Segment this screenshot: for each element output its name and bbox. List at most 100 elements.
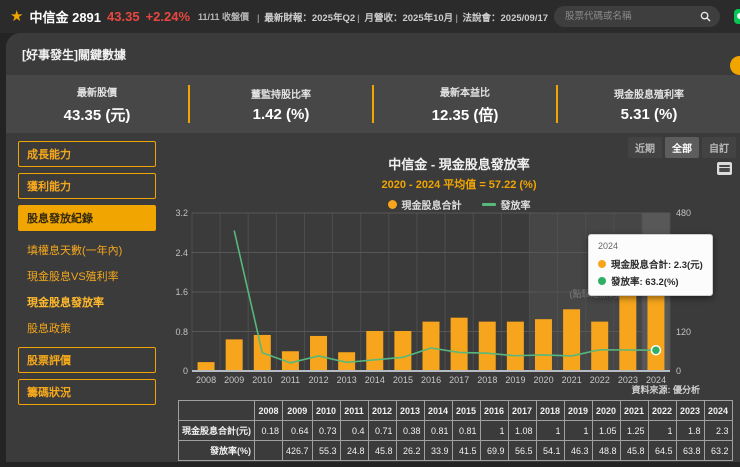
table-cell: 45.8 — [367, 440, 397, 461]
table-year-header: 2020 — [591, 400, 621, 421]
sidebar-item[interactable]: 獲利能力 — [18, 173, 156, 199]
stat-card: 董監持股比率 1.42 (%) — [190, 86, 372, 123]
table-year-header: 2012 — [367, 400, 397, 421]
table-year-header: 2017 — [507, 400, 537, 421]
bar-2009[interactable] — [225, 339, 243, 371]
bar-2014[interactable] — [366, 331, 384, 371]
table-year-header: 2015 — [451, 400, 481, 421]
bar-2020[interactable] — [534, 319, 552, 371]
chart-menu-icon[interactable] — [717, 162, 732, 175]
table-row-label: 現金股息合計(元) — [178, 420, 255, 441]
stock-price: 43.35 — [107, 9, 140, 24]
bar-2012[interactable] — [310, 335, 328, 371]
stock-search-box[interactable] — [554, 6, 721, 27]
data-source: 資料來源: 優分析 — [631, 385, 701, 395]
top-header: ★ 中信金 2891 43.35 +2.24% 11/11 收盤價 最新財報：2… — [0, 0, 740, 33]
tooltip-text: 現金股息合計: 2.3(元) — [611, 260, 703, 271]
table-cell: 63.2 — [703, 440, 733, 461]
table-cell: 46.3 — [563, 440, 593, 461]
table-cell: 0.81 — [451, 420, 481, 441]
x-axis-label: 2019 — [505, 375, 526, 385]
table-cell: 0.71 — [367, 420, 397, 441]
y-axis-left-tick: 1.6 — [175, 287, 188, 297]
sidebar-item[interactable]: 籌碼狀況 — [18, 379, 156, 405]
y-axis-right-tick: 0 — [676, 366, 682, 376]
x-axis-label: 2017 — [449, 375, 470, 385]
range-button[interactable]: 近期 — [628, 137, 662, 158]
bar-2021[interactable] — [563, 309, 581, 371]
table-year-header: 2013 — [395, 400, 425, 421]
sidebar-sub-item[interactable]: 股息政策 — [18, 315, 156, 341]
header-info-item: 法說會：2025/09/17 — [453, 10, 549, 24]
range-button-group: 近期 全部 自訂 — [628, 137, 736, 158]
x-axis-label: 2021 — [561, 375, 582, 385]
table-cell: 0.4 — [339, 420, 369, 441]
y-axis-right-tick: 480 — [676, 208, 692, 218]
table-cell: 1.8 — [675, 420, 705, 441]
x-axis-label: 2012 — [308, 375, 329, 385]
stat-label: 董監持股比率 — [251, 89, 311, 101]
table-cell: 1 — [535, 420, 565, 441]
legend-item[interactable]: 現金股息合計 — [387, 197, 462, 212]
sidebar-sub-list: 填權息天數(一年內) 現金股息VS殖利率 現金股息發放率 股息政策 — [18, 237, 156, 341]
table-cell: 0.38 — [395, 420, 425, 441]
x-axis-label: 2011 — [280, 375, 301, 385]
header-info-item: 最新財報：2025年Q2 — [255, 10, 355, 24]
header-info: 最新財報：2025年Q2月營收：2025年10月法說會：2025/09/17 — [255, 10, 548, 24]
dividend-table: 2008 2009 2010 2011 2012 2013 2014 2015 2016 2017… — [178, 400, 733, 461]
y-axis-left-tick: 2.4 — [175, 247, 188, 258]
legend-label: 現金股息合計 — [401, 201, 462, 212]
bar-2022[interactable] — [591, 321, 609, 371]
table-cell: 1.08 — [507, 420, 537, 441]
content-panel: [好事發生]關鍵數據 最新股價 43.35 (元) 董監持股比率 1.42 (%) 最新… — [6, 33, 740, 462]
table-cell: 54.1 — [535, 440, 565, 461]
bar-2019[interactable] — [506, 321, 524, 371]
y-axis-left-tick: 0 — [182, 366, 188, 376]
table-row: 發放率(%) 426.7 55.3 24.8 45.8 26.2 33.9 41.5 69.9 5… — [178, 440, 733, 461]
chart-region: 近期 全部 自訂 中信金 - 現金股息發放率 2020 - 2024 平均值 = 5… — [175, 135, 740, 397]
bar-2016[interactable] — [422, 321, 440, 371]
x-axis-label: 2018 — [477, 375, 498, 385]
search-icon[interactable] — [700, 11, 711, 22]
tooltip-dot-icon — [598, 260, 606, 268]
stat-card: 現金股息殖利率 5.31 (%) — [558, 86, 740, 123]
floating-action-button[interactable] — [730, 56, 740, 75]
stat-value: 43.35 (元) — [63, 106, 131, 124]
table-cell: 69.9 — [479, 440, 509, 461]
y-axis-left-tick: 3.2 — [175, 208, 188, 218]
bar-2008[interactable] — [197, 362, 215, 371]
sidebar-sub-item[interactable]: 填權息天數(一年內) — [18, 237, 156, 263]
sidebar-item[interactable]: 成長能力 — [18, 141, 156, 167]
bar-2015[interactable] — [394, 331, 412, 371]
tooltip-text: 發放率: 63.2(%) — [611, 277, 679, 288]
search-input[interactable] — [563, 10, 701, 23]
table-year-header: 2023 — [675, 400, 705, 421]
sidebar-item[interactable]: 股票評價 — [18, 347, 156, 373]
table-year-header: 2024 — [703, 400, 733, 421]
x-axis-label: 2010 — [252, 375, 273, 385]
sidebar-nav: 成長能力 獲利能力 股息發放紀錄 填權息天數(一年內) 現金股息VS殖利率 現金股息發放率… — [18, 141, 156, 411]
legend-dot-icon — [387, 200, 397, 209]
hover-marker[interactable] — [650, 344, 662, 356]
sidebar-sub-item[interactable]: 現金股息VS殖利率 — [18, 263, 156, 289]
legend-item[interactable]: 發放率 — [481, 197, 531, 212]
table-cell: 64.5 — [647, 440, 677, 461]
stat-value: 12.35 (倍) — [431, 106, 499, 124]
table-cell — [254, 440, 283, 461]
line-app-icon[interactable] — [734, 9, 740, 24]
x-axis-labels: 2008 2009 2010 2011 2012 2013 2014 2015 2016 2017… — [192, 375, 670, 385]
table-cell: 24.8 — [339, 440, 369, 461]
range-button[interactable]: 全部 — [665, 137, 699, 158]
x-axis-label: 2020 — [533, 375, 554, 385]
sidebar-sub-item[interactable]: 現金股息發放率 — [18, 289, 156, 315]
range-button[interactable]: 自訂 — [702, 137, 736, 158]
table-year-header: 2019 — [563, 400, 593, 421]
sidebar-item-active[interactable]: 股息發放紀錄 — [18, 205, 156, 231]
bar-2018[interactable] — [478, 321, 496, 371]
bar-2017[interactable] — [450, 317, 468, 371]
x-axis-label: 2016 — [421, 375, 442, 385]
table-cell: 33.9 — [423, 440, 453, 461]
favorite-star-icon[interactable]: ★ — [10, 9, 23, 24]
stat-value: 5.31 (%) — [620, 105, 678, 123]
stats-bar: 最新股價 43.35 (元) 董監持股比率 1.42 (%) 最新本益比 12.35 (倍… — [6, 75, 740, 133]
